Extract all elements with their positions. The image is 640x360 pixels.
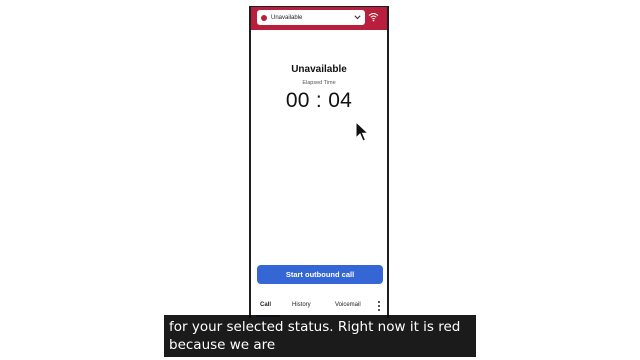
video-subtitle: for your selected status. Right now it i… (164, 315, 476, 357)
elapsed-time-label: Elapsed Time (302, 80, 336, 86)
wifi-icon (368, 13, 379, 22)
tab-voicemail[interactable]: Voicemail (335, 302, 361, 308)
start-outbound-call-button[interactable]: Start outbound call (257, 265, 383, 284)
mouse-pointer-icon (355, 121, 369, 142)
status-title: Unavailable (291, 64, 347, 75)
tab-history[interactable]: History (292, 302, 311, 308)
tab-call[interactable]: Call (260, 302, 271, 308)
elapsed-timer: 00 : 04 (285, 89, 353, 112)
status-dropdown[interactable]: Unavailable (257, 10, 365, 25)
subtitle-line-2: because we are (169, 337, 276, 353)
more-vertical-icon[interactable] (376, 299, 382, 313)
status-header: Unavailable (251, 7, 387, 30)
status-dropdown-label: Unavailable (271, 14, 303, 21)
status-indicator-dot (261, 14, 267, 21)
phone-screen: Unavailable Unavailable Elapsed Time 00 … (249, 6, 389, 318)
chevron-down-icon (352, 13, 362, 23)
subtitle-line-1: for your selected status. Right now it i… (169, 319, 461, 335)
video-frame: Unavailable Unavailable Elapsed Time 00 … (0, 0, 640, 360)
